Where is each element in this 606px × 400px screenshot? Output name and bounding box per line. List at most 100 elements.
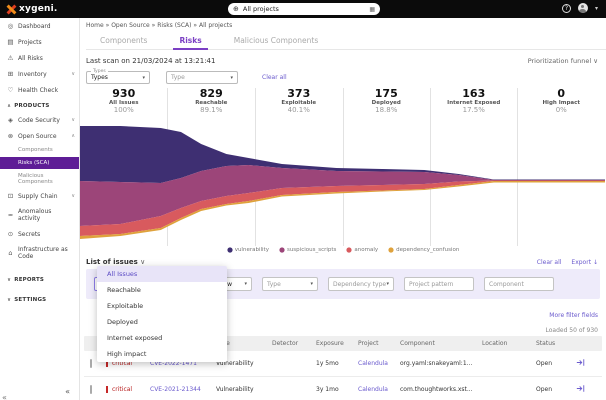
globe-icon: ⊕: [233, 5, 239, 13]
dropdown-option-all-issues[interactable]: All Issues: [97, 266, 227, 282]
dependency-type-select[interactable]: Dependency type ▾: [328, 277, 394, 291]
sidebar-subitem-risks-sca[interactable]: Risks (SCA): [0, 157, 79, 169]
xygeni-logo: xygeni.: [6, 4, 58, 14]
sidebar-item-code-security[interactable]: ◈ Code Security ∨: [0, 112, 79, 128]
table-row[interactable]: critical CVE-2021-21344 Vulnerability 3y…: [84, 377, 602, 400]
stage-count: 930: [80, 88, 168, 100]
legend-label: suspicious_scripts: [287, 247, 336, 253]
funnel-stage-all-issues: 930 All Issues 100%: [80, 88, 168, 116]
col-component[interactable]: Component: [400, 340, 482, 347]
funnel-stage-high-impact: 0 High Impact 0%: [518, 88, 606, 116]
sidebar-item-anomalous-activity[interactable]: ≈ Anomalous activity: [0, 204, 79, 226]
tab-risks[interactable]: Risks: [165, 33, 215, 49]
col-location[interactable]: Location: [482, 340, 536, 347]
panel-title-label: Prioritization funnel: [528, 57, 591, 65]
tab-malicious-components[interactable]: Malicious Components: [220, 33, 333, 49]
tab-bar: Components Risks Malicious Components: [86, 33, 606, 50]
types-filter-value: Types: [91, 74, 108, 81]
sidebar-section-settings[interactable]: ∨ SETTINGS: [0, 292, 79, 306]
legend-vulnerability: vulnerability: [227, 247, 269, 253]
dropdown-option-internet-exposed[interactable]: Internet exposed: [97, 330, 227, 346]
tab-components[interactable]: Components: [86, 33, 161, 49]
section-label: REPORTS: [14, 277, 44, 283]
project-link[interactable]: Calendula: [358, 386, 400, 393]
stage-percentage: 18.8%: [343, 106, 431, 114]
legend-label: anomaly: [354, 247, 378, 253]
issue-status[interactable]: Open: [536, 360, 576, 367]
sidebar-item-all-risks[interactable]: ⚠ All Risks: [0, 50, 79, 66]
col-project[interactable]: Project: [358, 340, 400, 347]
type-select[interactable]: Type ▾: [262, 277, 318, 291]
legend-suspicious-scripts: suspicious_scripts: [279, 247, 336, 253]
sidebar-item-label: Dashboard: [18, 23, 51, 30]
sidebar-item-projects[interactable]: ▤ Projects: [0, 34, 79, 50]
collapse-sidebar-icon[interactable]: «: [65, 387, 70, 396]
breadcrumb: Home » Open Source » Risks (SCA) » All p…: [86, 22, 606, 29]
col-status[interactable]: Status: [536, 340, 576, 347]
chevron-down-icon: ∨: [593, 57, 598, 65]
open-issue-icon[interactable]: [576, 384, 598, 395]
caret-down-icon: ▾: [310, 281, 313, 287]
severity-badge: critical: [106, 386, 150, 393]
list-title-label: List of issues: [86, 258, 138, 266]
sidebar-item-secrets[interactable]: ⊙ Secrets: [0, 226, 79, 242]
row-checkbox[interactable]: [90, 385, 92, 394]
dropdown-option-exploitable[interactable]: Exploitable: [97, 298, 227, 314]
sidebar-item-supply-chain[interactable]: ⊡ Supply Chain ∨: [0, 188, 79, 204]
sidebar-subitem-malicious-components[interactable]: Malicious Components: [0, 170, 79, 188]
legend-anomaly: anomaly: [346, 247, 378, 253]
issues-clear-all-link[interactable]: Clear all: [537, 259, 562, 266]
sidebar-item-dashboard[interactable]: ◎ Dashboard: [0, 18, 79, 34]
sidebar-item-open-source[interactable]: ⊗ Open Source ∧: [0, 128, 79, 144]
col-detector[interactable]: Detector: [272, 340, 316, 347]
collapse-sidebar-icon[interactable]: «: [2, 393, 7, 400]
issue-exposure: 3y 1mo: [316, 386, 358, 393]
col-exposure[interactable]: Exposure: [316, 340, 358, 347]
type-placeholder: Type: [267, 281, 281, 288]
dropdown-option-high-impact[interactable]: High impact: [97, 346, 227, 362]
sidebar-item-infrastructure-as-code[interactable]: ⌂ Infrastructure as Code: [0, 242, 79, 264]
list-of-issues-heading[interactable]: List of issues ∨: [86, 258, 145, 266]
sidebar-section-reports[interactable]: ∨ REPORTS: [0, 272, 79, 286]
project-selector[interactable]: ⊕ All projects ▦: [228, 3, 380, 15]
sidebar-item-health-check[interactable]: ♡ Health Check: [0, 82, 79, 98]
stage-count: 163: [430, 88, 518, 100]
row-checkbox[interactable]: [90, 359, 92, 368]
export-link[interactable]: Export ↓: [571, 259, 598, 266]
sidebar-item-inventory[interactable]: ⊞ Inventory ∨: [0, 66, 79, 82]
open-issue-icon[interactable]: [576, 358, 598, 369]
sidebar-item-label: Supply Chain: [18, 193, 58, 200]
funnel-clear-all-link[interactable]: Clear all: [262, 74, 287, 81]
sidebar-section-products[interactable]: ∧ PRODUCTS: [0, 98, 79, 112]
section-label: SETTINGS: [14, 297, 46, 303]
types-filter-select[interactable]: Types Types ▾: [86, 71, 150, 84]
prioritization-funnel-toggle[interactable]: Prioritization funnel ∨: [528, 57, 598, 65]
export-icon: ↓: [593, 259, 598, 266]
sidebar-item-label: Code Security: [18, 117, 60, 124]
inventory-icon: ⊞: [7, 70, 14, 78]
issue-exposure: 1y 5mo: [316, 360, 358, 367]
funnel-stage-exploitable: 373 Exploitable 40.1%: [255, 88, 343, 116]
component-input[interactable]: [484, 277, 554, 291]
project-link[interactable]: Calendula: [358, 360, 400, 367]
avatar[interactable]: [578, 3, 588, 13]
chevron-down-icon: ∨: [71, 117, 75, 123]
dropdown-option-reachable[interactable]: Reachable: [97, 282, 227, 298]
issue-status[interactable]: Open: [536, 386, 576, 393]
funnel-legend: vulnerability suspicious_scripts anomaly…: [80, 247, 606, 253]
help-icon[interactable]: ?: [562, 4, 571, 13]
cve-link[interactable]: CVE-2021-21344: [150, 386, 216, 393]
chevron-down-icon: ∨: [71, 71, 75, 77]
dropdown-option-deployed[interactable]: Deployed: [97, 314, 227, 330]
types-filter-label: Types: [91, 69, 108, 74]
last-scan-text: Last scan on 21/03/2024 at 13:21:41: [86, 57, 215, 65]
sidebar-subitem-components[interactable]: Components: [0, 144, 79, 156]
more-filter-fields-link[interactable]: More filter fields: [549, 312, 598, 319]
project-switch-icon[interactable]: ▦: [369, 6, 375, 13]
funnel-stage-reachable: 829 Reachable 89.1%: [168, 88, 256, 116]
dashboard-icon: ◎: [7, 22, 14, 30]
export-label: Export: [571, 259, 591, 266]
avatar-caret-icon[interactable]: ▾: [595, 5, 598, 12]
type-filter-select[interactable]: Type ▾: [166, 71, 238, 84]
project-pattern-input[interactable]: [404, 277, 474, 291]
